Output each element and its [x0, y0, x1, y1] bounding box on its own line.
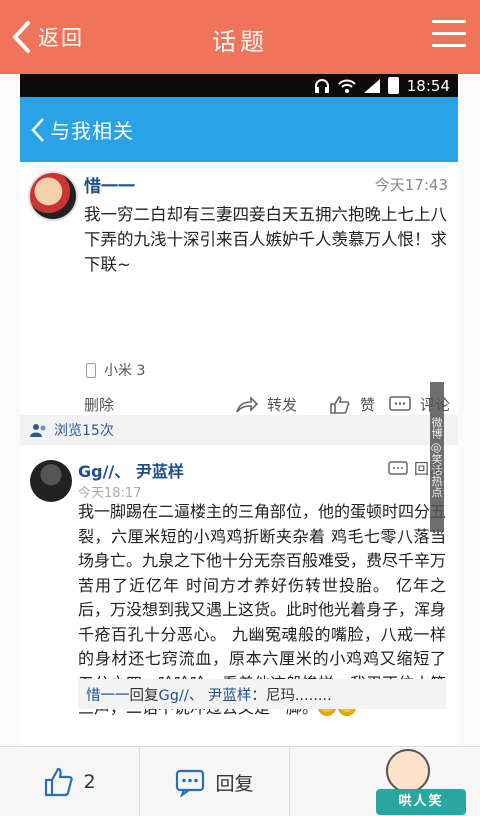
comment-icon [389, 395, 411, 411]
like-count: 2 [83, 771, 96, 793]
thumbs-up-icon [330, 395, 350, 414]
like-count-button[interactable]: 2 [0, 747, 140, 816]
share-icon [236, 395, 259, 413]
reply-action-label: 回复 [215, 772, 254, 795]
phone-icon [86, 362, 96, 378]
reply-card: Gg//、 尹蓝样 回复 今天18:17 我一脚踢在二逼楼主的三角部位，他的蛋顿… [20, 446, 458, 746]
users-icon [30, 424, 46, 437]
share-label: 转发 [267, 396, 298, 414]
headphone-icon [314, 79, 329, 93]
reply-action-button[interactable]: 回复 [140, 747, 290, 816]
sub-reply-to[interactable]: Gg//、 尹蓝样 [159, 684, 252, 705]
comment-icon [388, 460, 408, 475]
post-device: 小米 3 [86, 360, 145, 380]
menu-icon[interactable] [432, 20, 466, 52]
status-bar: 18:54 [20, 74, 458, 97]
wifi-icon [338, 79, 356, 93]
mascot-logo: 哄人笑 [356, 747, 474, 816]
view-count-label: 浏览15次 [54, 423, 114, 439]
page-title: 话题 [212, 28, 268, 56]
like-button[interactable]: 赞 [328, 394, 375, 415]
signal-icon [363, 78, 380, 93]
reply-time: 今天18:17 [78, 486, 142, 501]
reply-author[interactable]: Gg//、 尹蓝样 [78, 458, 184, 482]
bottom-bar: 2 回复 哄人笑 [0, 746, 480, 816]
post-author[interactable]: 惜一一 [84, 172, 135, 197]
delete-button[interactable]: 删除 [84, 394, 114, 415]
sub-reply[interactable]: 惜一一 回复 Gg//、 尹蓝样 ：尼玛........ [78, 679, 446, 709]
like-label: 赞 [360, 396, 376, 414]
embedded-screenshot: 18:54 与我相关 惜一一 今天17:43 我一穷二白却有三妻四妾白天五拥六抱… [20, 74, 458, 746]
view-count: 浏览15次 [20, 415, 458, 445]
mascot-banner: 哄人笑 [376, 789, 466, 815]
device-label: 小米 3 [104, 363, 146, 379]
battery-icon [387, 77, 399, 94]
thumbs-up-icon [45, 767, 74, 797]
comment-icon [176, 769, 205, 797]
avatar[interactable] [30, 460, 72, 502]
nav-back-label[interactable]: 与我相关 [50, 115, 134, 144]
watermark: 微博 @笑话热点 [430, 382, 444, 532]
baby-face-icon [386, 749, 430, 793]
post-body: 我一穷二白却有三妻四妾白天五拥六抱晚上七上八下弄的九浅十深引来百人嫉妒千人羡慕万… [84, 205, 447, 274]
topic-nav-bar: 与我相关 [20, 97, 458, 162]
post-card: 惜一一 今天17:43 我一穷二白却有三妻四妾白天五拥六抱晚上七上八下弄的九浅十… [20, 162, 458, 415]
share-button[interactable]: 转发 [235, 394, 297, 415]
status-time: 18:54 [406, 76, 450, 95]
chevron-left-icon[interactable] [30, 117, 46, 143]
sub-reply-verb: 回复 [129, 687, 159, 704]
app-bar: 返回 话题 [0, 0, 480, 74]
avatar[interactable] [28, 171, 78, 221]
post-time: 今天17:43 [374, 176, 448, 194]
sub-reply-from[interactable]: 惜一一 [86, 684, 130, 705]
sub-reply-text: ：尼玛........ [251, 687, 332, 704]
